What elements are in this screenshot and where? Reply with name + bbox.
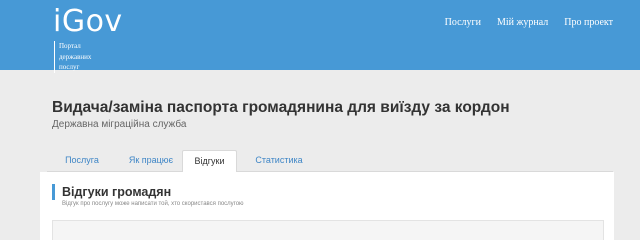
tagline-line-3: послуг — [59, 63, 80, 71]
page-title: Видача/заміна паспорта громадянина для в… — [52, 99, 510, 116]
main-nav: Послуги Мій журнал Про проект — [445, 17, 613, 28]
tagline-line-2: державних — [59, 52, 92, 61]
service-tabs: Послуга Як працює Відгуки Статистика — [47, 150, 613, 173]
igov-logo[interactable]: iGov — [53, 5, 123, 39]
nav-about-link[interactable]: Про проект — [564, 17, 613, 28]
feedback-note: Відгук про послугу може написати той, хт… — [62, 201, 244, 207]
portal-tagline: Портал державних послуг — [54, 41, 114, 73]
feedback-panel: Відгуки громадян Відгук про послугу може… — [40, 172, 614, 240]
nav-services-link[interactable]: Послуги — [445, 17, 481, 28]
feedback-form[interactable] — [52, 220, 604, 240]
tab-feedback[interactable]: Відгуки — [182, 150, 237, 173]
nav-my-journal-link[interactable]: Мій журнал — [497, 17, 548, 28]
tagline-line-1: Портал — [59, 42, 81, 50]
site-header: iGov Портал державних послуг Послуги Мій… — [0, 0, 640, 73]
tab-statistics[interactable]: Статистика — [249, 150, 309, 172]
tab-how-it-works[interactable]: Як працює — [119, 150, 183, 172]
service-agency: Державна міграційна служба — [52, 119, 187, 130]
feedback-title: Відгуки громадян — [52, 184, 171, 200]
tab-service[interactable]: Послуга — [57, 150, 107, 172]
